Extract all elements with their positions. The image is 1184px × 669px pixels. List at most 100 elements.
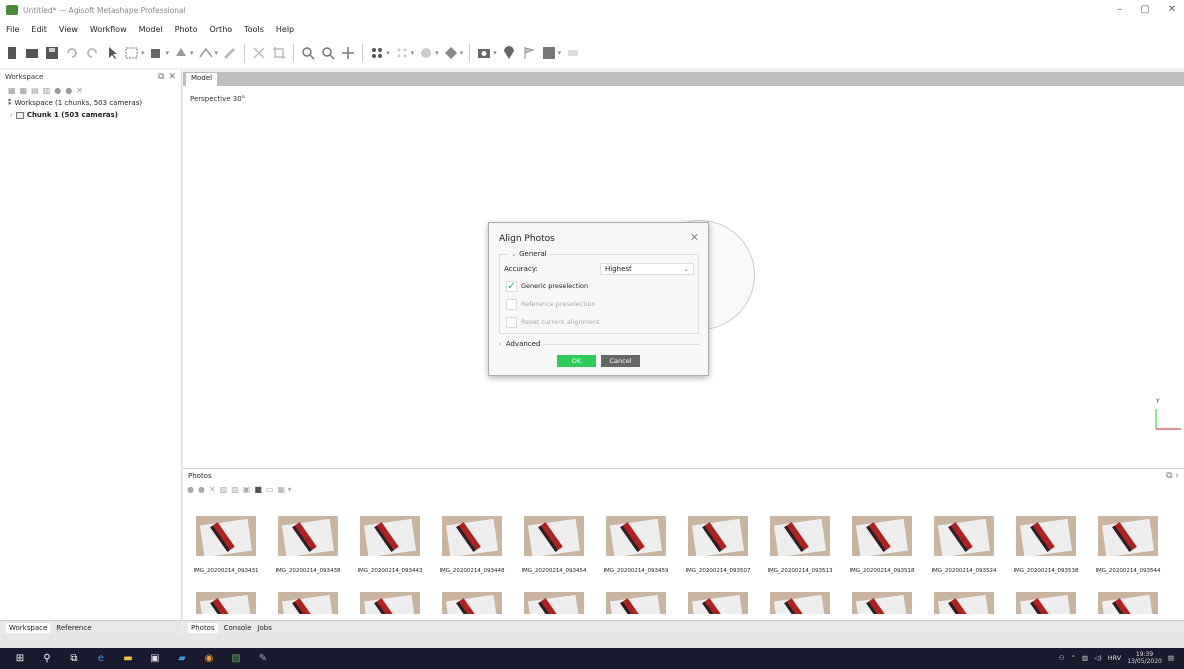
zoom-in-icon[interactable]	[300, 45, 316, 61]
photo-thumbnail[interactable]: IMG_20200214_093438	[270, 516, 346, 574]
pointer-icon[interactable]	[104, 45, 120, 61]
menu-edit[interactable]: Edit	[31, 25, 47, 34]
camera-icon[interactable]	[476, 45, 492, 61]
thumbnail-size-icon[interactable]: ▦ ▾	[277, 485, 291, 494]
photo-thumbnail[interactable]	[434, 592, 510, 614]
view-mode-icon[interactable]: ■	[254, 485, 262, 494]
point-cloud-icon[interactable]	[369, 45, 385, 61]
navigation-icon[interactable]	[173, 45, 189, 61]
open-folder-icon[interactable]	[24, 45, 40, 61]
notifications-icon[interactable]: ▤	[1168, 654, 1174, 662]
photo-thumbnail[interactable]	[598, 592, 674, 614]
search-icon[interactable]: ⚲	[40, 652, 54, 666]
close-icon[interactable]: ✕	[1168, 4, 1176, 15]
generic-preselection-row[interactable]: ✓ Generic preselection	[506, 279, 588, 293]
photo-thumbnail[interactable]	[926, 592, 1002, 614]
reference-preselection-row[interactable]: Reference preselection	[506, 297, 596, 311]
tree-workspace-root[interactable]: ⁑ Workspace (1 chunks, 503 cameras)	[0, 97, 181, 109]
minimize-icon[interactable]: –	[1117, 4, 1122, 15]
ruler-icon[interactable]	[198, 45, 214, 61]
tray-chevron-icon[interactable]: ⌃	[1071, 654, 1076, 662]
task-view-icon[interactable]: ⧉	[67, 652, 81, 666]
photo-thumbnail[interactable]: IMG_20200214_093454	[516, 516, 592, 574]
details-icon[interactable]: ▭	[266, 485, 274, 494]
new-document-icon[interactable]	[4, 45, 20, 61]
menu-ortho[interactable]: Ortho	[209, 25, 232, 34]
tab-console[interactable]: Console	[224, 624, 252, 632]
dem-icon[interactable]	[565, 45, 581, 61]
photo-enable-icon[interactable]: ●	[187, 485, 194, 494]
menu-model[interactable]: Model	[139, 25, 163, 34]
menu-tools[interactable]: Tools	[244, 25, 264, 34]
clock[interactable]: 19:39 13/05/2020	[1127, 651, 1162, 665]
advanced-group-header[interactable]: › Advanced	[499, 339, 699, 349]
add-chunk-icon[interactable]: ▦	[8, 86, 16, 95]
ok-button[interactable]: OK	[557, 355, 596, 367]
photo-thumbnail[interactable]	[352, 592, 428, 614]
photo-thumbnail[interactable]	[1090, 592, 1166, 614]
mesh-icon[interactable]	[418, 45, 434, 61]
panel-close-icon[interactable]: ✕	[168, 72, 176, 82]
accuracy-select[interactable]: Highest ⌄	[600, 263, 694, 275]
mask-icon[interactable]: ▣	[243, 485, 251, 494]
photo-thumbnail[interactable]	[1008, 592, 1084, 614]
tab-jobs[interactable]: Jobs	[257, 624, 271, 632]
tiled-model-icon[interactable]	[443, 45, 459, 61]
menu-file[interactable]: File	[6, 25, 19, 34]
generic-preselection-checkbox[interactable]: ✓	[506, 280, 517, 292]
draw-icon[interactable]	[222, 45, 238, 61]
remove-icon[interactable]: ✕	[76, 86, 83, 95]
add-markers-icon[interactable]: ▥	[43, 86, 51, 95]
windows-start-icon[interactable]: ⊞	[13, 652, 27, 666]
photo-thumbnail[interactable]: IMG_20200214_093513	[762, 516, 838, 574]
undo-icon[interactable]	[64, 45, 80, 61]
photo-thumbnail[interactable]: IMG_20200214_093443	[352, 516, 428, 574]
photo-thumbnail[interactable]	[680, 592, 756, 614]
edge-browser-icon[interactable]: e	[94, 652, 108, 666]
mail-icon[interactable]: ▰	[175, 652, 189, 666]
photo-thumbnail[interactable]: IMG_20200214_093507	[680, 516, 756, 574]
reference-preselection-checkbox[interactable]	[506, 298, 517, 310]
photo-thumbnail[interactable]	[762, 592, 838, 614]
maximize-icon[interactable]: ▢	[1140, 4, 1149, 15]
network-icon[interactable]: ▥	[1082, 654, 1088, 662]
photo-thumbnail[interactable]	[516, 592, 592, 614]
chrome-icon[interactable]: ◉	[202, 652, 216, 666]
volume-icon[interactable]: ◁)	[1094, 654, 1102, 662]
photo-disable-icon[interactable]: ●	[198, 485, 205, 494]
photo-thumbnail[interactable]: IMG_20200214_093544	[1090, 516, 1166, 574]
menu-photo[interactable]: Photo	[175, 25, 198, 34]
store-icon[interactable]: ▣	[148, 652, 162, 666]
photo-thumbnail[interactable]: IMG_20200214_093459	[598, 516, 674, 574]
photo-remove-icon[interactable]: ✕	[209, 485, 216, 494]
cancel-button[interactable]: Cancel	[601, 355, 640, 367]
general-group-label[interactable]: ⌄ General	[508, 250, 550, 258]
reset-alignment-row[interactable]: Reset current alignment	[506, 315, 600, 329]
tab-workspace[interactable]: Workspace	[6, 622, 51, 633]
tree-chunk-1[interactable]: › Chunk 1 (503 cameras)	[0, 109, 181, 121]
menu-workflow[interactable]: Workflow	[90, 25, 127, 34]
metashape-icon[interactable]: ▨	[229, 652, 243, 666]
app-icon-misc[interactable]: ✎	[256, 652, 270, 666]
photos-undock-icon[interactable]: ⧉ ›	[1166, 471, 1179, 481]
expand-chevron-icon[interactable]: ›	[10, 111, 13, 119]
add-folder-icon[interactable]: ▤	[31, 86, 39, 95]
flag-icon[interactable]	[521, 45, 537, 61]
enable-icon[interactable]: ●	[54, 86, 61, 95]
language-indicator[interactable]: HRV	[1108, 654, 1122, 662]
photo-thumbnail[interactable]	[188, 592, 264, 614]
photo-thumbnail[interactable]: IMG_20200214_093431	[188, 516, 264, 574]
tab-reference[interactable]: Reference	[56, 624, 91, 632]
photo-thumbnail[interactable]	[270, 592, 346, 614]
markers-icon[interactable]	[501, 45, 517, 61]
dense-cloud-icon[interactable]	[394, 45, 410, 61]
photo-thumbnail[interactable]: IMG_20200214_093524	[926, 516, 1002, 574]
reset-alignment-checkbox[interactable]	[506, 316, 517, 328]
disable-icon[interactable]: ●	[65, 86, 72, 95]
crop-icon[interactable]	[271, 45, 287, 61]
delete-selection-icon[interactable]	[251, 45, 267, 61]
dialog-close-icon[interactable]: ✕	[690, 231, 699, 244]
ortho-icon[interactable]	[541, 45, 557, 61]
zoom-out-icon[interactable]	[320, 45, 336, 61]
file-explorer-icon[interactable]: ▬	[121, 652, 135, 666]
